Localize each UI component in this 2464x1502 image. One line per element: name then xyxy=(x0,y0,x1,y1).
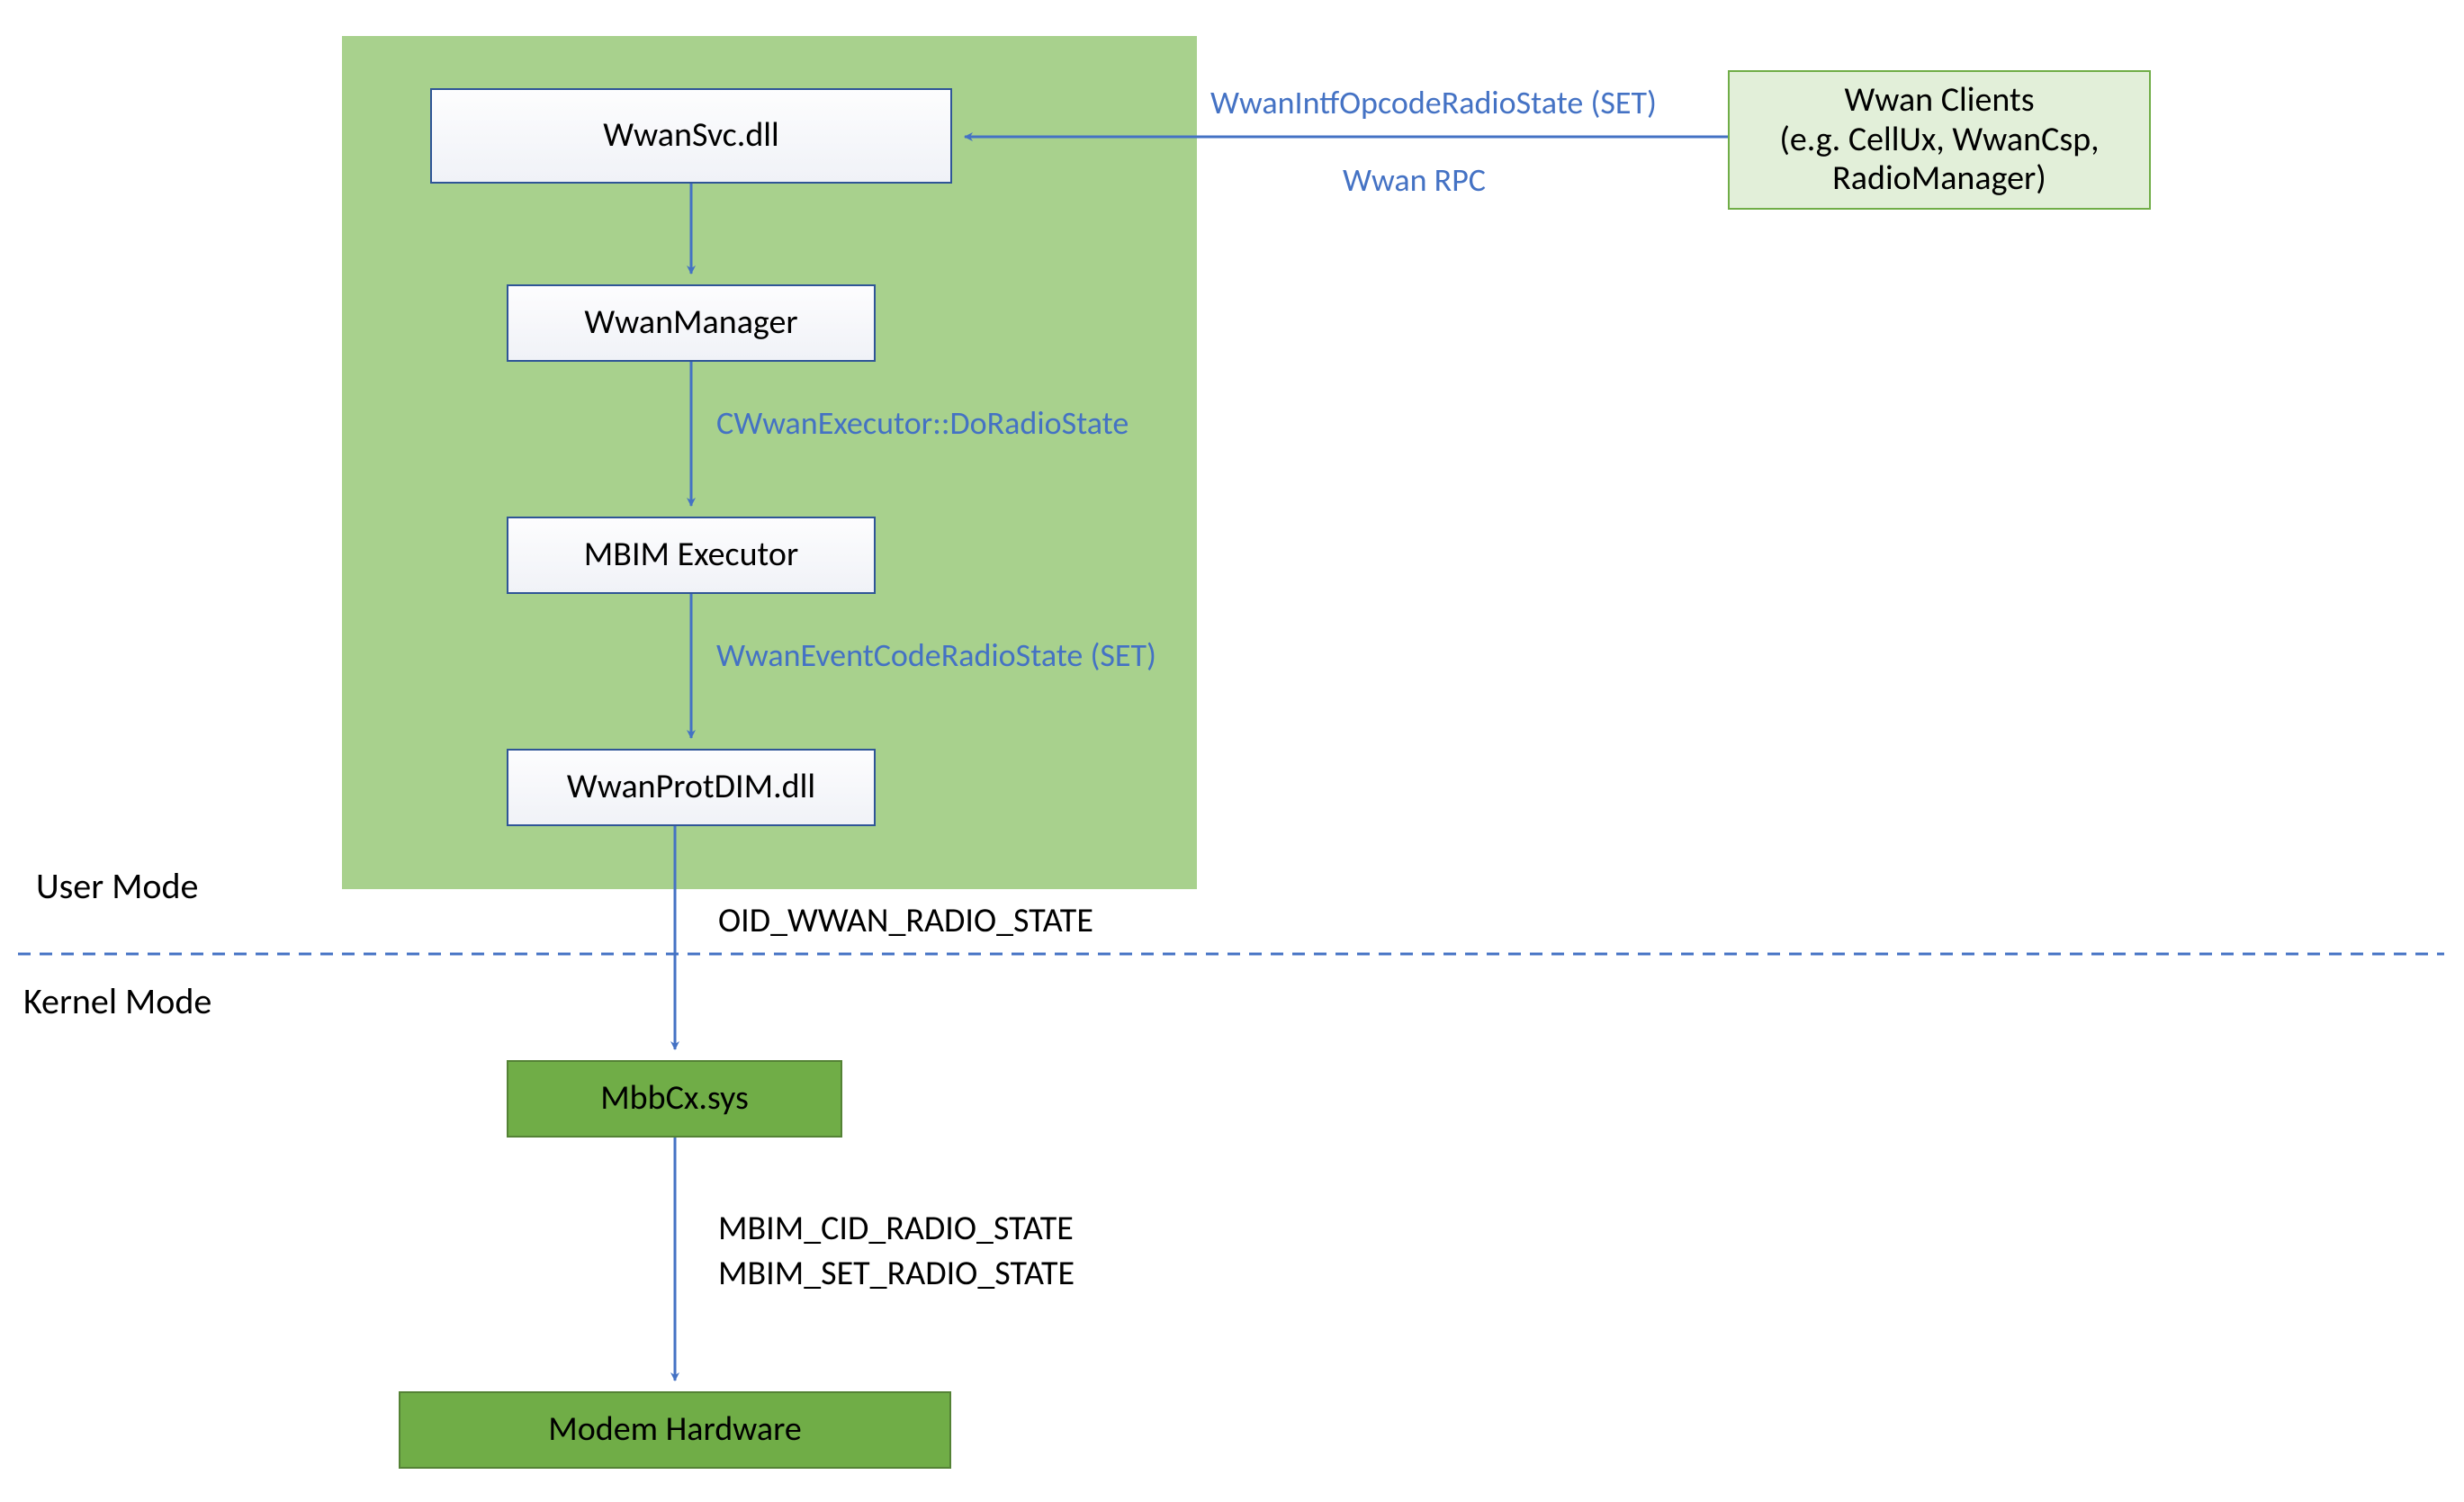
wwanprotdim-label: WwanProtDIM.dll xyxy=(567,768,815,807)
executor-call-label: CWwanExecutor::DoRadioState xyxy=(716,403,1129,443)
modem-label: Modem Hardware xyxy=(548,1410,802,1450)
event-code-label: WwanEventCodeRadioState (SET) xyxy=(716,635,1156,675)
diagram-canvas: Wwan Clients (e.g. CellUx, WwanCsp, Radi… xyxy=(0,0,2464,1502)
wwansvc-box: WwanSvc.dll xyxy=(430,88,952,184)
modem-box: Modem Hardware xyxy=(399,1391,951,1469)
wwanprotdim-box: WwanProtDIM.dll xyxy=(507,749,876,826)
mbim-line1-label: MBIM_CID_RADIO_STATE xyxy=(718,1208,1074,1249)
wwanmanager-label: WwanManager xyxy=(584,303,797,343)
kernel-mode-label: Kernel Mode xyxy=(23,979,211,1023)
mbimexecutor-label: MBIM Executor xyxy=(584,535,798,575)
wwan-clients-box: Wwan Clients (e.g. CellUx, WwanCsp, Radi… xyxy=(1728,70,2151,210)
clients-line3: RadioManager) xyxy=(1832,159,2046,199)
rpc-top-label: WwanIntfOpcodeRadioState (SET) xyxy=(1210,83,1657,122)
mbbcx-label: MbbCx.sys xyxy=(600,1079,749,1119)
clients-line1: Wwan Clients xyxy=(1844,81,2034,121)
clients-line2: (e.g. CellUx, WwanCsp, xyxy=(1779,121,2099,160)
rpc-bottom-label: Wwan RPC xyxy=(1343,160,1486,200)
mbimexecutor-box: MBIM Executor xyxy=(507,517,876,594)
wwansvc-label: WwanSvc.dll xyxy=(603,116,779,156)
mbim-line2-label: MBIM_SET_RADIO_STATE xyxy=(718,1253,1075,1294)
wwanmanager-box: WwanManager xyxy=(507,284,876,362)
oid-label: OID_WWAN_RADIO_STATE xyxy=(718,900,1093,941)
user-mode-label: User Mode xyxy=(36,864,198,908)
mbbcx-box: MbbCx.sys xyxy=(507,1060,842,1138)
